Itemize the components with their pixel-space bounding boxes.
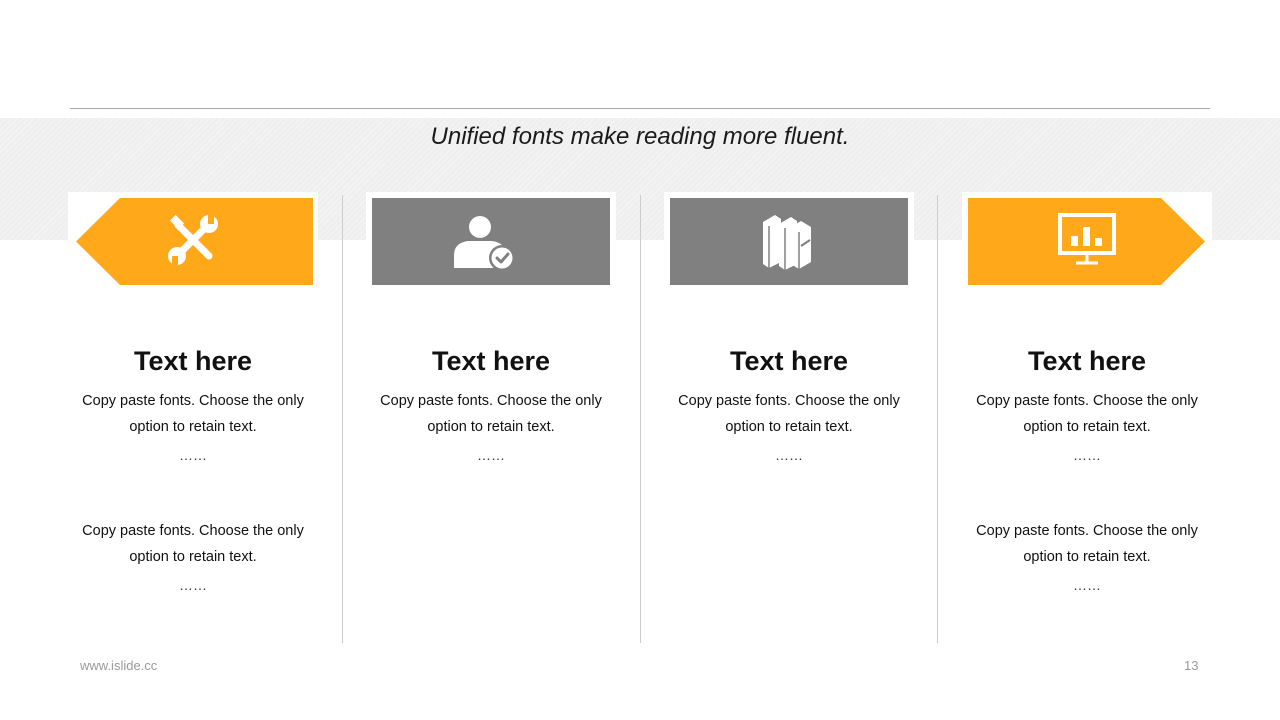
column-2: Text here Copy paste fonts. Choose the o… (366, 342, 616, 462)
column-1: Text here Copy paste fonts. Choose the o… (68, 342, 318, 592)
column-4: Text here Copy paste fonts. Choose the o… (962, 342, 1212, 592)
column-ellipsis: …… (179, 447, 207, 463)
column-title: Text here (729, 346, 849, 376)
card-3-banner (664, 192, 914, 291)
page-number: 13 (1184, 658, 1199, 673)
column-body: Copy paste fonts. Choose the only option… (678, 393, 900, 435)
column-ellipsis: …… (179, 577, 207, 593)
column-divider (342, 195, 343, 643)
column-ellipsis: …… (477, 447, 505, 463)
user-check-icon (454, 210, 515, 271)
card-1-arrow-left (68, 192, 318, 291)
column-body: Copy paste fonts. Choose the only option… (82, 523, 304, 565)
column-title: Text here (431, 346, 551, 376)
column-body: Copy paste fonts. Choose the only option… (380, 393, 602, 435)
top-rule (70, 108, 1210, 109)
card-4-arrow-right (962, 192, 1212, 291)
card-2-banner (366, 192, 616, 291)
tools-icon (163, 210, 223, 270)
column-divider (640, 195, 641, 643)
column-body: Copy paste fonts. Choose the only option… (976, 393, 1198, 435)
column-ellipsis: …… (1073, 447, 1101, 463)
column-body: Copy paste fonts. Choose the only option… (976, 523, 1198, 565)
column-ellipsis: …… (775, 447, 803, 463)
column-title: Text here (1027, 346, 1147, 376)
column-ellipsis: …… (1073, 577, 1101, 593)
column-divider (937, 195, 938, 643)
column-title: Text here (133, 346, 253, 376)
footer-url: www.islide.cc (80, 658, 158, 673)
books-icon (759, 210, 819, 270)
column-body: Copy paste fonts. Choose the only option… (82, 393, 304, 435)
presentation-chart-icon (1057, 210, 1117, 270)
column-3: Text here Copy paste fonts. Choose the o… (664, 342, 914, 462)
slide-subtitle: Unified fonts make reading more fluent. (430, 123, 850, 150)
